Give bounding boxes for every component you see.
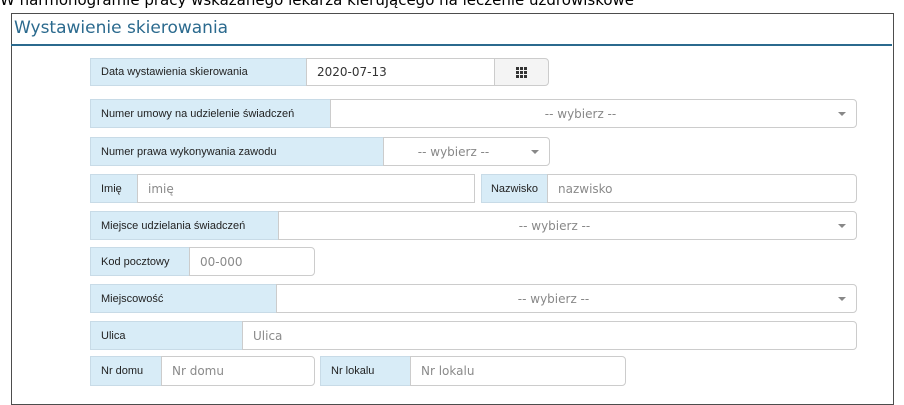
last-name-label: Nazwisko — [481, 174, 548, 203]
street-label: Ulica — [90, 321, 243, 350]
title-divider — [11, 44, 892, 46]
house-number-label: Nr domu — [90, 356, 162, 386]
location-select-value: -- wybierz -- — [518, 218, 591, 233]
location-select[interactable]: -- wybierz -- — [278, 211, 857, 240]
city-select[interactable]: -- wybierz -- — [276, 284, 857, 313]
postal-code-label: Kod pocztowy — [90, 247, 190, 276]
chevron-down-icon — [838, 296, 846, 301]
license-label: Numer prawa wykonywania zawodu — [90, 137, 384, 166]
chevron-down-icon — [838, 223, 846, 228]
chevron-down-icon — [531, 149, 539, 154]
last-name-field[interactable]: nazwisko — [547, 174, 857, 203]
chevron-down-icon — [838, 111, 846, 116]
flat-number-label: Nr lokalu — [320, 356, 411, 386]
document-caption: W harmonogramie pracy wskazanego lekarza… — [0, 0, 635, 9]
house-number-field[interactable]: Nr domu — [161, 356, 315, 386]
form-title: Wystawienie skierowania — [14, 18, 229, 38]
contract-label: Numer umowy na udzielenie świadczeń — [90, 99, 331, 128]
location-label: Miejsce udzielania świadczeń — [90, 211, 279, 240]
date-field[interactable]: 2020-07-13 — [306, 58, 495, 86]
license-select[interactable]: -- wybierz -- — [383, 137, 550, 166]
license-select-value: -- wybierz -- — [417, 144, 490, 159]
city-select-value: -- wybierz -- — [517, 291, 590, 306]
contract-select-value: -- wybierz -- — [544, 106, 617, 121]
postal-code-field[interactable]: 00-000 — [189, 247, 315, 276]
first-name-field[interactable]: imię — [137, 174, 475, 203]
flat-number-field[interactable]: Nr lokalu — [410, 356, 626, 386]
date-label: Data wystawienia skierowania — [90, 58, 307, 86]
street-field[interactable]: Ulica — [242, 321, 857, 350]
calendar-button[interactable] — [494, 58, 549, 86]
contract-select[interactable]: -- wybierz -- — [330, 99, 857, 128]
city-label: Miejscowość — [90, 284, 277, 313]
first-name-label: Imię — [90, 174, 138, 203]
calendar-icon — [516, 66, 527, 78]
